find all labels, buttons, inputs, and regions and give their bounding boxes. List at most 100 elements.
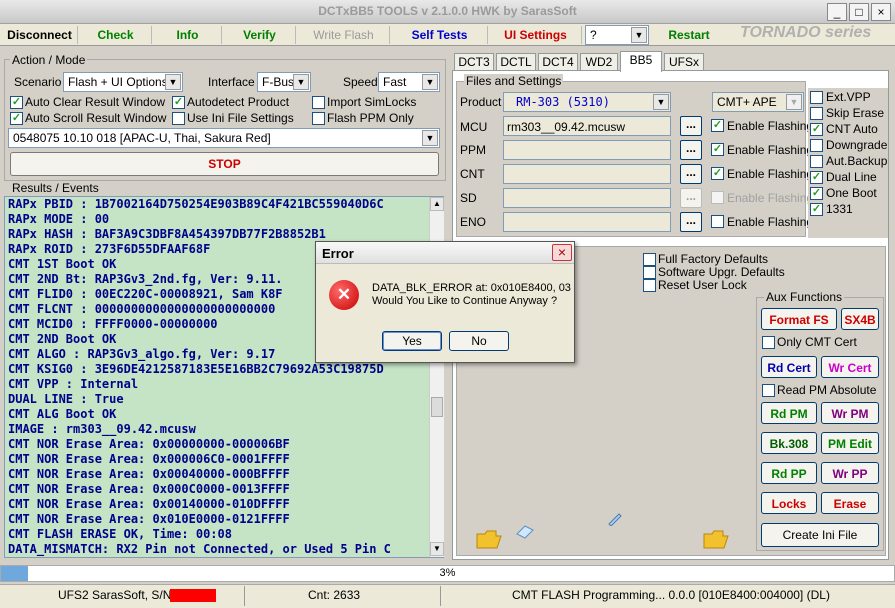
yes-button[interactable]: Yes	[382, 331, 442, 351]
close-button[interactable]: ×	[871, 3, 891, 21]
chevron-down-icon: ▼	[165, 74, 181, 90]
scroll-thumb[interactable]	[431, 397, 443, 417]
dialog-close-button[interactable]: ×	[552, 244, 572, 261]
chevron-down-icon: ▼	[422, 74, 438, 90]
folder-open-icon[interactable]	[703, 528, 729, 550]
rd-pp-button[interactable]: Rd PP	[761, 462, 817, 484]
n1331-checkbox[interactable]: ✓	[810, 203, 823, 216]
rd-cert-button[interactable]: Rd Cert	[761, 356, 817, 378]
no-button[interactable]: No	[449, 331, 509, 351]
import-simlocks-checkbox[interactable]: ✓	[312, 96, 325, 109]
scenario-select[interactable]: Flash + UI Options ▼	[63, 72, 183, 92]
wr-pp-button[interactable]: Wr PP	[821, 462, 879, 484]
scroll-up-icon[interactable]: ▲	[430, 197, 444, 211]
downgrade-checkbox[interactable]: ✓	[810, 139, 823, 152]
cnt-auto-checkbox[interactable]: ✓	[810, 123, 823, 136]
speed-label: Speed	[343, 75, 378, 89]
help-select[interactable]: ? ▼	[585, 25, 649, 45]
reset-user-lock-checkbox[interactable]: ✓	[643, 279, 656, 292]
auto-scroll-checkbox[interactable]: ✓	[10, 112, 23, 125]
skip-erase-checkbox[interactable]: ✓	[810, 107, 823, 120]
mode-select[interactable]: CMT+ APE ▼	[712, 92, 804, 112]
ext-vpp-checkbox[interactable]: ✓	[810, 91, 823, 104]
one-boot-checkbox[interactable]: ✓	[810, 187, 823, 200]
wr-cert-button[interactable]: Wr Cert	[821, 356, 879, 378]
bk308-button[interactable]: Bk.308	[761, 432, 817, 454]
status-divider	[244, 586, 245, 606]
ppm-enable-checkbox[interactable]: ✓	[711, 143, 724, 156]
mcu-enable-checkbox[interactable]: ✓	[711, 119, 724, 132]
sd-browse-button[interactable]: ...	[680, 188, 702, 208]
tab-dct4[interactable]: DCT4	[538, 53, 578, 71]
read-pm-absolute-checkbox[interactable]: ✓	[762, 384, 775, 397]
cnt-label: CNT	[460, 167, 485, 181]
cnt-field[interactable]	[503, 164, 671, 184]
status-message: CMT FLASH Programming... 0.0.0 [010E8400…	[512, 588, 830, 602]
interface-value: F-Bus	[262, 75, 295, 89]
product-code-select[interactable]: 0548075 10.10 018 [APAC-U, Thai, Sakura …	[8, 128, 440, 148]
cnt-enable-label: Enable Flashing	[727, 167, 814, 181]
ui-settings-button[interactable]: UI Settings	[490, 26, 582, 44]
mcu-browse-button[interactable]: ...	[680, 116, 702, 136]
flash-ppm-checkbox[interactable]: ✓	[312, 112, 325, 125]
log-line: IMAGE : rm303__09.42.mcusw	[8, 422, 196, 436]
locks-button[interactable]: Locks	[761, 492, 817, 514]
sx4b-button[interactable]: SX4B	[841, 308, 879, 330]
verify-button[interactable]: Verify	[224, 26, 296, 44]
restart-button[interactable]: Restart	[652, 26, 726, 44]
format-fs-button[interactable]: Format FS	[761, 308, 837, 330]
tab-dctl[interactable]: DCTL	[496, 53, 536, 71]
pm-edit-button[interactable]: PM Edit	[821, 432, 879, 454]
aut-backup-label: Aut.Backup	[826, 154, 888, 168]
rd-pm-button[interactable]: Rd PM	[761, 402, 817, 424]
only-cmt-cert-checkbox[interactable]: ✓	[762, 336, 775, 349]
self-tests-button[interactable]: Self Tests	[392, 26, 488, 44]
minimize-button[interactable]: _	[827, 3, 847, 21]
product-select[interactable]: RM-303 (5310) ▼	[503, 92, 671, 112]
full-factory-checkbox[interactable]: ✓	[643, 253, 656, 266]
interface-select[interactable]: F-Bus ▼	[257, 72, 311, 92]
speed-select[interactable]: Fast ▼	[378, 72, 440, 92]
check-button[interactable]: Check	[80, 26, 152, 44]
folder-icon[interactable]	[476, 528, 502, 549]
scroll-down-icon[interactable]: ▼	[430, 542, 444, 556]
eno-browse-button[interactable]: ...	[680, 212, 702, 232]
tab-bb5[interactable]: BB5	[620, 51, 662, 72]
autodetect-checkbox[interactable]: ✓	[172, 96, 185, 109]
auto-clear-checkbox[interactable]: ✓	[10, 96, 23, 109]
dual-line-checkbox[interactable]: ✓	[810, 171, 823, 184]
stop-button[interactable]: STOP	[10, 152, 439, 176]
create-ini-button[interactable]: Create Ini File	[761, 523, 879, 547]
pencil-icon[interactable]	[607, 512, 623, 527]
log-line: RAPx PBID : 1B7002164D750254E903B89C4F42…	[8, 197, 384, 211]
wr-pm-button[interactable]: Wr PM	[821, 402, 879, 424]
ppm-field[interactable]	[503, 140, 671, 160]
tab-dct3[interactable]: DCT3	[454, 53, 494, 71]
use-ini-checkbox[interactable]: ✓	[172, 112, 185, 125]
maximize-button[interactable]: □	[849, 3, 869, 21]
erase-button[interactable]: Erase	[821, 492, 879, 514]
tab-ufsx[interactable]: UFSx	[664, 53, 704, 71]
mcu-field[interactable]: rm303__09.42.mcusw	[503, 116, 671, 136]
sd-enable-checkbox[interactable]: ✓	[711, 191, 724, 204]
cnt-browse-button[interactable]: ...	[680, 164, 702, 184]
tab-wd2[interactable]: WD2	[580, 53, 618, 71]
log-line: CMT KSIG0 : 3E96DE4212587183E5E16BB2C796…	[8, 362, 384, 376]
eno-field[interactable]	[503, 212, 671, 232]
info-button[interactable]: Info	[154, 26, 222, 44]
mcu-value: rm303__09.42.mcusw	[507, 120, 626, 134]
log-line: CMT ALG Boot OK	[8, 407, 117, 421]
software-upgr-checkbox[interactable]: ✓	[643, 266, 656, 279]
cnt-enable-checkbox[interactable]: ✓	[711, 167, 724, 180]
sd-field[interactable]	[503, 188, 671, 208]
write-flash-button[interactable]: Write Flash	[298, 26, 390, 44]
files-label: Files and Settings	[464, 74, 564, 88]
eraser-icon[interactable]	[515, 524, 535, 539]
progress-text: 3%	[439, 567, 456, 579]
eno-enable-checkbox[interactable]: ✓	[711, 215, 724, 228]
aut-backup-checkbox[interactable]: ✓	[810, 155, 823, 168]
action-mode-label: Action / Mode	[10, 53, 88, 67]
disconnect-button[interactable]: Disconnect	[2, 26, 78, 44]
log-line: CMT NOR Erase Area: 0x000C0000-0013FFFF	[8, 482, 290, 496]
ppm-browse-button[interactable]: ...	[680, 140, 702, 160]
